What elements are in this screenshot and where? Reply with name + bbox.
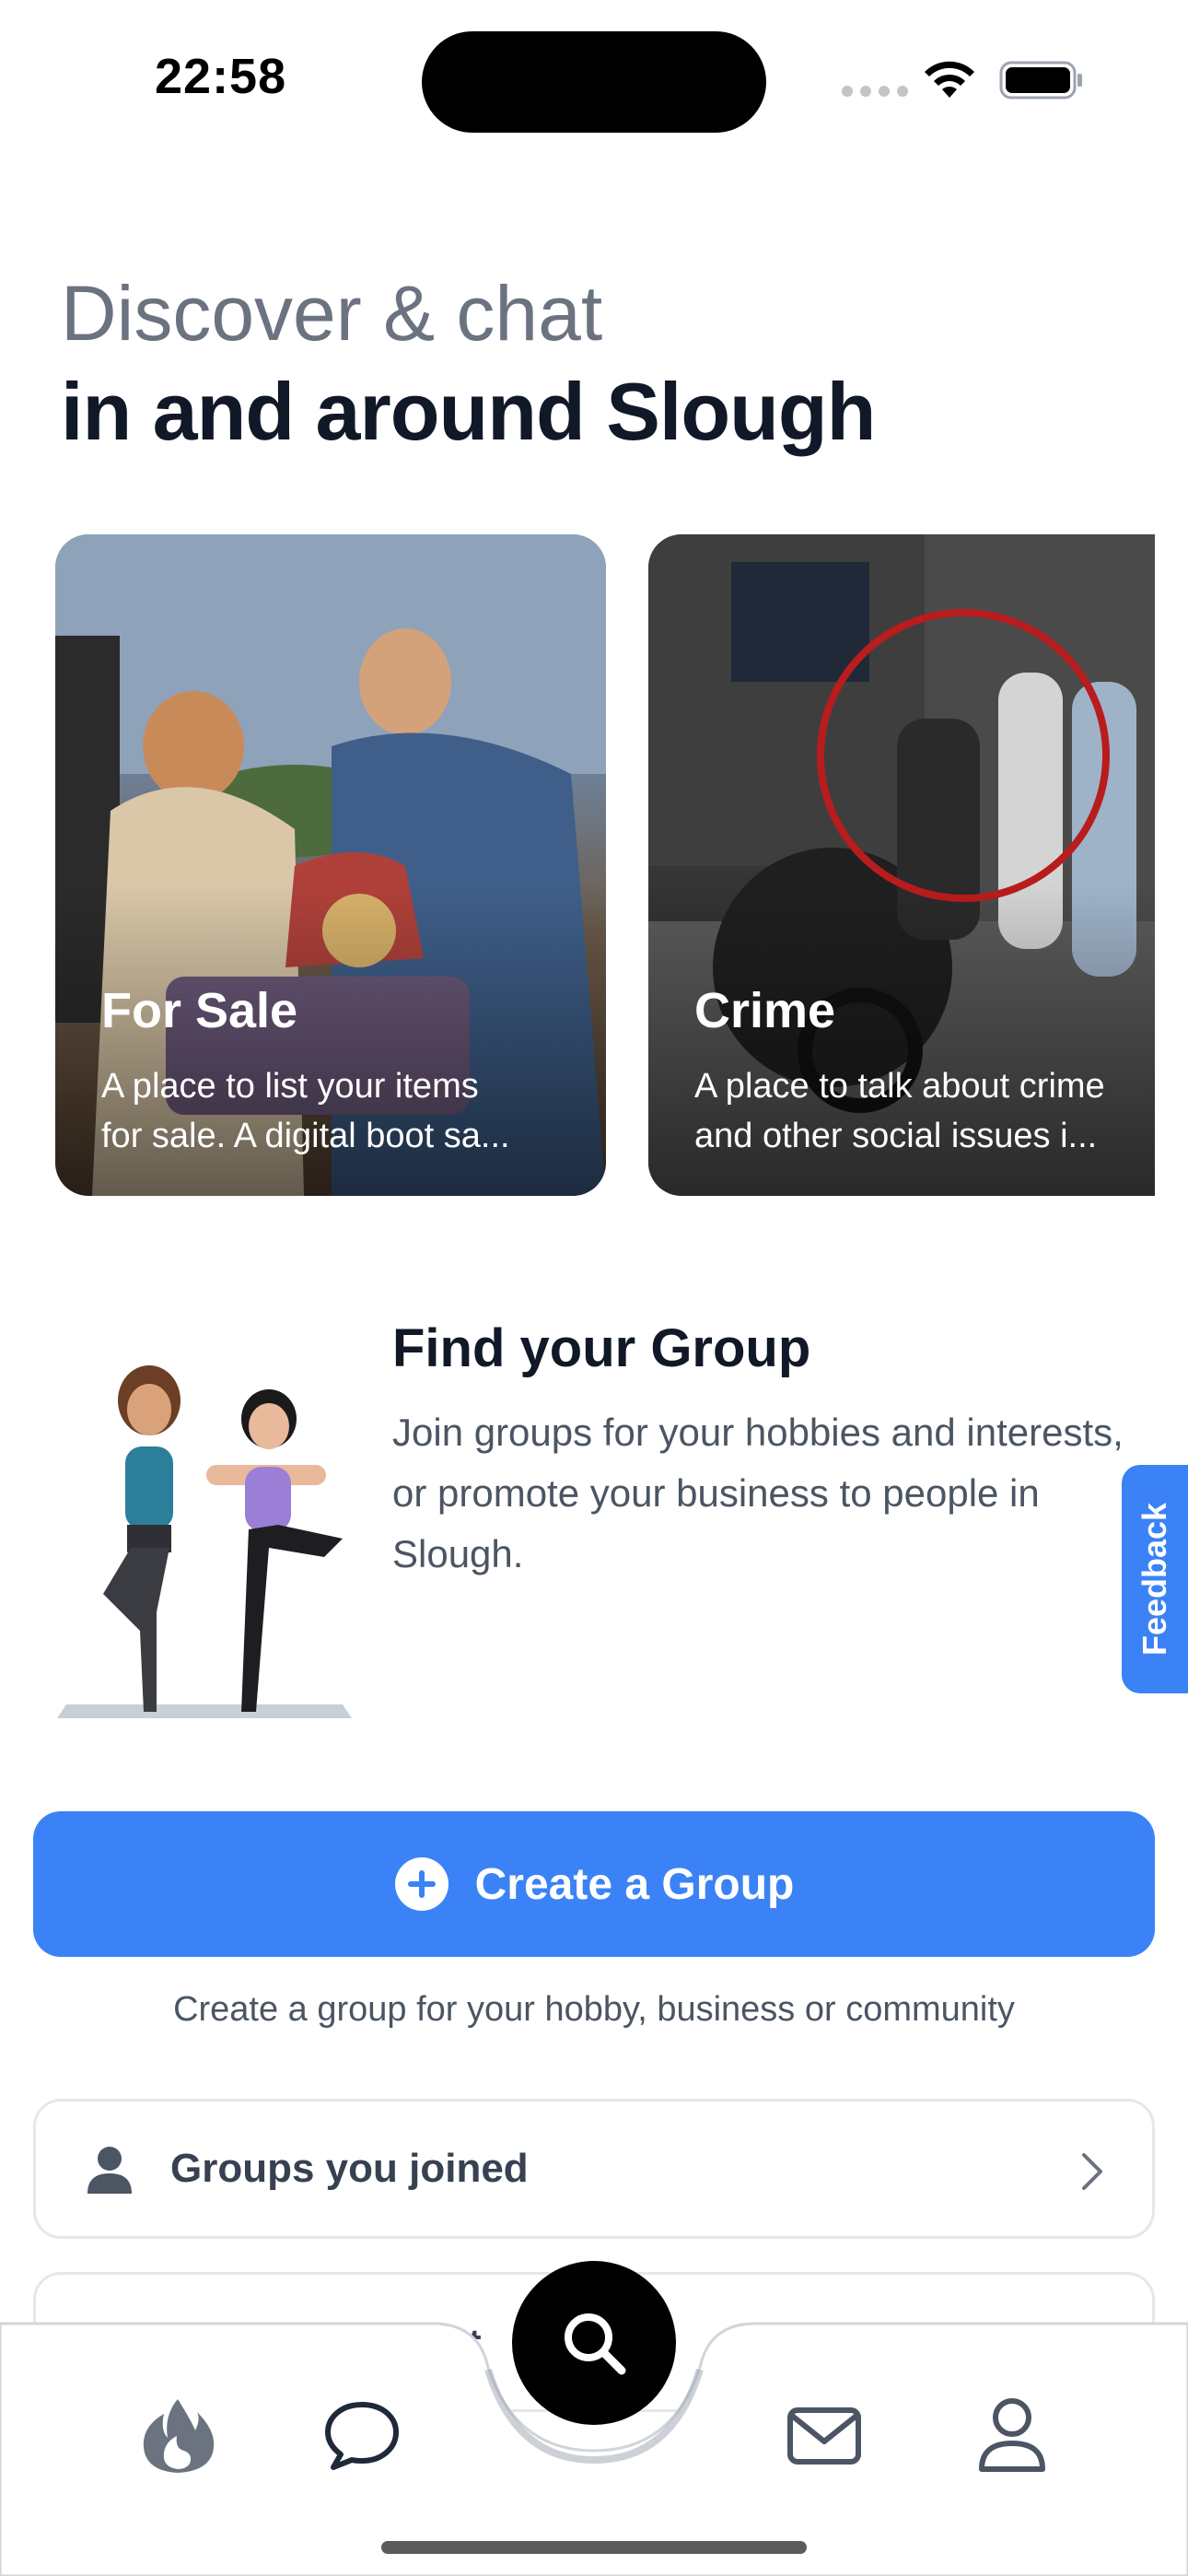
search-icon [565,2313,626,2375]
card-title: Crime [694,983,836,1038]
person-icon [87,2147,132,2194]
create-group-hint: Create a group for your hobby, business … [173,1990,1015,2029]
chat-bubble-icon[interactable] [320,2394,403,2476]
create-group-button[interactable]: Create a Group [33,1811,1155,1957]
category-card-crime[interactable]: Crime A place to talk about crime and ot… [648,534,1155,1196]
dynamic-island [422,31,766,133]
battery-icon [999,61,1082,100]
category-card-for-sale[interactable]: For Sale A place to list your items for … [55,534,606,1196]
heading-subtitle: Discover & chat [61,270,603,357]
profile-icon[interactable] [971,2392,1054,2475]
status-time: 22:58 [155,49,287,104]
chevron-right-icon [1082,2153,1102,2190]
groups-joined-row[interactable]: Groups you joined [33,2099,1155,2239]
yoga-illustration [57,1365,352,1718]
wifi-icon [925,61,974,98]
mail-icon[interactable] [783,2395,866,2478]
status-bar: 22:58 [0,0,1188,157]
groups-joined-label: Groups you joined [170,2146,529,2191]
home-indicator[interactable] [381,2541,807,2554]
feedback-button[interactable]: Feedback [1122,1465,1188,1693]
create-group-label: Create a Group [474,1859,795,1909]
flame-icon[interactable] [136,2394,219,2476]
card-description: A place to talk about crime and other so… [694,1067,1105,1155]
feedback-label: Feedback [1136,1502,1173,1657]
find-group-description: Join groups for your hobbies and interes… [392,1411,1124,1575]
find-group-title: Find your Group [392,1318,811,1378]
bottom-nav [0,2261,1188,2576]
card-title: For Sale [101,983,298,1038]
page-title: in and around Slough [61,366,876,457]
search-button[interactable] [512,2261,676,2425]
cellular-dots-icon [842,86,908,97]
card-description: A place to list your items for sale. A d… [101,1067,510,1155]
plus-circle-icon [394,1857,448,1911]
category-carousel[interactable]: For Sale A place to list your items for … [55,534,1155,1196]
